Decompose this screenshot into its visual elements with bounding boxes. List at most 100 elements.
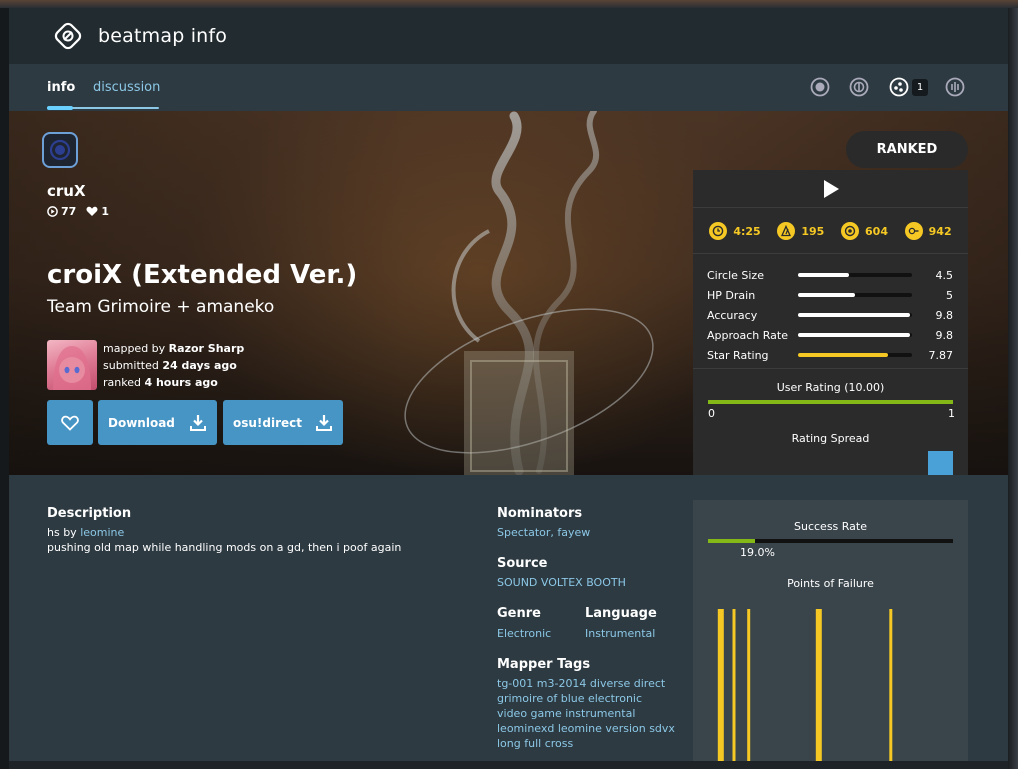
tag-line[interactable]: leominexd leomine version sdvx <box>497 721 675 736</box>
user-rating-title: User Rating (10.00) <box>776 381 885 394</box>
attr-fill <box>798 273 850 277</box>
attr-value: 5 <box>946 288 954 302</box>
success-rate-title: Success Rate <box>794 520 867 533</box>
stat-circles: 604 <box>841 222 888 240</box>
rating-spread-title: Rating Spread <box>791 432 870 445</box>
stat-length: 4:25 <box>709 222 761 240</box>
attr-bar <box>798 313 912 317</box>
mode-taiko-icon[interactable] <box>848 76 870 98</box>
beatmap-stats-panel: 4:25 195 604 942 Circle Size 4.5 HP Drai… <box>693 170 968 475</box>
page-header: beatmap info <box>9 8 1008 64</box>
mapper-info: mapped by Razor Sharp submitted 24 days … <box>103 340 244 391</box>
metronome-icon <box>777 222 796 240</box>
download-icon <box>316 414 332 431</box>
ranked-label: ranked <box>103 376 141 389</box>
beatmap-info-section: Description hs by leomine pushing old ma… <box>9 475 1008 761</box>
mapped-by-label: mapped by <box>103 342 166 355</box>
source-heading: Source <box>497 556 548 571</box>
genre-link[interactable]: Electronic <box>497 626 551 641</box>
nominators-heading: Nominators <box>497 506 583 521</box>
language-link[interactable]: Instrumental <box>585 626 655 641</box>
difficulty-icon[interactable] <box>42 132 78 168</box>
attr-row: Star Rating 7.87 <box>707 345 953 365</box>
user-rating-bar <box>708 400 953 404</box>
favourite-count-value: 1 <box>101 205 109 218</box>
status-badge: RANKED <box>846 131 968 168</box>
tag-line[interactable]: grimoire of blue electronic <box>497 691 675 706</box>
favourite-button[interactable] <box>47 400 93 445</box>
mapper-avatar[interactable] <box>47 340 97 390</box>
rating-spread-bar <box>928 451 953 475</box>
attr-label: Approach Rate <box>707 328 788 342</box>
attr-bar <box>798 353 912 357</box>
stat-sliders: 942 <box>904 222 952 240</box>
stat-bpm: 195 <box>777 222 824 240</box>
mapper-tags: tg-001 m3-2014 diverse direct grimoire o… <box>497 676 675 751</box>
osu-direct-button[interactable]: osu!direct <box>223 400 343 445</box>
mode-mania-icon[interactable] <box>944 76 966 98</box>
tag-line[interactable]: tg-001 m3-2014 diverse direct <box>497 676 675 691</box>
quick-stats: 4:25 195 604 942 <box>693 209 968 254</box>
user-rating-max: 1 <box>948 407 955 420</box>
clock-icon <box>709 222 728 240</box>
attr-label: Accuracy <box>707 308 758 322</box>
download-button[interactable]: Download <box>98 400 217 445</box>
stat-sliders-value: 942 <box>928 224 952 238</box>
ranked-date: 4 hours ago <box>144 376 218 389</box>
mapper-name[interactable]: Razor Sharp <box>169 342 245 355</box>
window-edge-left <box>0 8 9 769</box>
mode-osu-icon[interactable] <box>809 76 831 98</box>
slider-count-icon <box>904 222 923 240</box>
description-link[interactable]: leomine <box>80 526 124 539</box>
beatmap-artist: Team Grimoire + amaneko <box>47 297 275 317</box>
attr-bar <box>798 333 912 337</box>
osu-direct-label: osu!direct <box>233 415 303 430</box>
attr-bar <box>798 273 912 277</box>
tab-bar: info discussion 1 <box>9 64 1008 111</box>
failure-bar <box>747 609 751 761</box>
tab-discussion[interactable]: discussion <box>93 80 160 95</box>
attr-row: HP Drain 5 <box>707 285 953 305</box>
preview-play-button[interactable] <box>693 170 968 208</box>
play-icon <box>823 179 839 198</box>
genre-heading: Genre <box>497 606 541 621</box>
beatmap-counters: 77 1 <box>47 205 109 218</box>
nominator-link[interactable]: Spectator <box>497 526 550 539</box>
play-count-icon <box>47 206 58 217</box>
description-line-1: hs by leomine <box>47 525 124 540</box>
success-rate-bar <box>708 539 953 543</box>
page-title: beatmap info <box>98 25 228 47</box>
tag-line[interactable]: long full cross <box>497 736 675 751</box>
description-heading: Description <box>47 506 132 521</box>
submitted-label: submitted <box>103 359 159 372</box>
attr-row: Circle Size 4.5 <box>707 265 953 285</box>
tag-line[interactable]: video game instrumental <box>497 706 675 721</box>
attr-value: 9.8 <box>935 308 954 322</box>
mode-catch-icon[interactable] <box>888 76 910 98</box>
mode-difficulty-count: 1 <box>912 79 928 96</box>
attr-row: Approach Rate 9.8 <box>707 325 953 345</box>
attr-fill <box>798 293 856 297</box>
difficulty-attributes: Circle Size 4.5 HP Drain 5 Accuracy 9.8 … <box>707 265 953 365</box>
submitted-date: 24 days ago <box>162 359 237 372</box>
attr-value: 4.5 <box>935 268 954 282</box>
play-count-value: 77 <box>61 205 77 218</box>
attr-value: 9.8 <box>935 328 954 342</box>
attr-bar <box>798 293 912 297</box>
panel-divider <box>693 368 968 369</box>
language-heading: Language <box>585 606 657 621</box>
failure-bar <box>815 609 822 761</box>
nominator-link[interactable]: fayew <box>557 526 590 539</box>
heart-outline-icon <box>61 415 79 431</box>
play-count: 77 <box>47 205 76 218</box>
attr-fill <box>798 333 910 337</box>
nominators-list: Spectator, fayew <box>497 525 590 540</box>
beatmap-title: croiX (Extended Ver.) <box>47 260 358 290</box>
source-link[interactable]: SOUND VOLTEX BOOTH <box>497 575 626 590</box>
tab-info[interactable]: info <box>47 80 75 95</box>
description-text: pushing old map while handling mods on a… <box>47 541 402 554</box>
user-rating-min: 0 <box>708 407 715 420</box>
points-of-failure-chart <box>717 609 893 761</box>
success-rate-value: 19.0% <box>740 546 775 559</box>
failure-bar <box>732 609 736 761</box>
